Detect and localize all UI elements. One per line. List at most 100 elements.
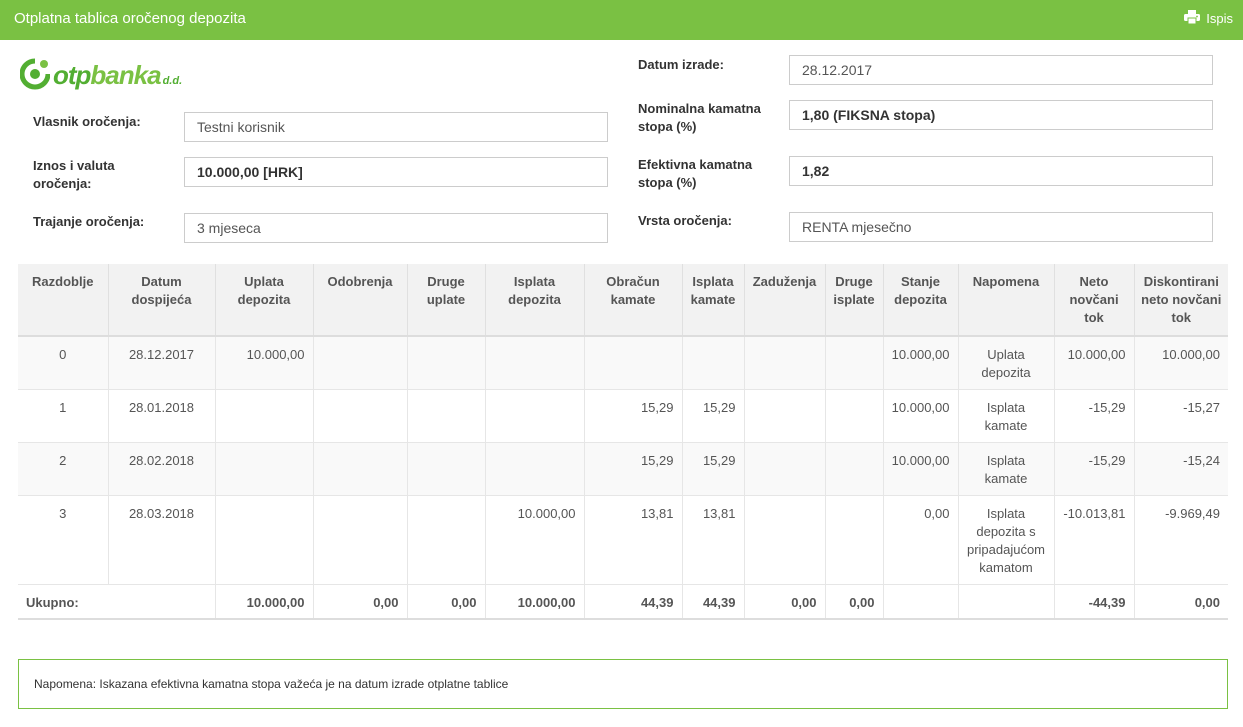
table-cell xyxy=(312,389,407,443)
logo-text-otp: otp xyxy=(53,60,91,90)
total-cell: 44,39 xyxy=(583,584,682,620)
table-cell: -15,29 xyxy=(1053,389,1134,443)
table-cell: -15,29 xyxy=(1053,442,1134,496)
owner-label: Vlasnik oročenja: xyxy=(33,114,141,129)
table-cell: 0 xyxy=(18,336,108,390)
col-header: Diskontirani neto novčani tok xyxy=(1133,264,1228,337)
table-cell xyxy=(743,495,825,585)
table-cell xyxy=(824,442,883,496)
table-cell xyxy=(214,495,313,585)
col-header: Obračun kamate xyxy=(583,264,682,337)
table-cell xyxy=(406,442,485,496)
total-cell: 44,39 xyxy=(681,584,744,620)
table-cell xyxy=(214,442,313,496)
table-cell: 10.000,00 xyxy=(1133,336,1228,390)
col-header: Druge uplate xyxy=(406,264,485,337)
col-header: Odobrenja xyxy=(312,264,407,337)
table-cell: 10.000,00 xyxy=(1053,336,1134,390)
table-cell: 10.000,00 xyxy=(882,336,958,390)
note-box: Napomena: Iskazana efektivna kamatna sto… xyxy=(18,659,1228,709)
table-cell xyxy=(406,336,485,390)
table-cell: 1 xyxy=(18,389,108,443)
total-cell: 0,00 xyxy=(1133,584,1228,620)
table-cell: 10.000,00 xyxy=(484,495,584,585)
table-cell xyxy=(583,336,682,390)
table-cell: Uplata depozita xyxy=(957,336,1054,390)
duration-label: Trajanje oročenja: xyxy=(33,214,145,229)
table-cell: 10.000,00 xyxy=(882,442,958,496)
table-cell: 2 xyxy=(18,442,108,496)
col-header: Razdoblje xyxy=(18,264,108,337)
type-label: Vrsta oročenja: xyxy=(638,213,732,228)
amount-label: Iznos i valuta oročenja: xyxy=(33,158,115,191)
table-cell xyxy=(743,442,825,496)
table-total-row: Ukupno: 10.000,00 0,00 0,00 10.000,00 44… xyxy=(18,584,1228,620)
total-cell: 10.000,00 xyxy=(484,584,584,620)
amount-field[interactable]: 10.000,00 [HRK] xyxy=(184,157,608,187)
table-cell xyxy=(824,495,883,585)
table-cell: -15,24 xyxy=(1133,442,1228,496)
col-header: Zaduženja xyxy=(743,264,825,337)
table-header-row: Razdoblje Datum dospijeća Uplata depozit… xyxy=(18,264,1228,337)
table-row: 0 28.12.2017 10.000,00 10.000,00 Uplata … xyxy=(18,336,1228,390)
table-row: 3 28.03.2018 10.000,00 13,81 13,81 0,00 … xyxy=(18,495,1228,585)
col-header: Uplata depozita xyxy=(214,264,313,337)
col-header: Stanje depozita xyxy=(882,264,958,337)
table-cell: -9.969,49 xyxy=(1133,495,1228,585)
print-label: Ispis xyxy=(1206,11,1233,26)
duration-field[interactable]: 3 mjeseca xyxy=(184,213,608,243)
owner-field[interactable]: Testni korisnik xyxy=(184,112,608,142)
col-header: Datum dospijeća xyxy=(107,264,215,337)
table-cell xyxy=(484,389,584,443)
table-cell xyxy=(406,495,485,585)
total-label: Ukupno: xyxy=(18,584,215,620)
table-cell xyxy=(214,389,313,443)
table-row: 2 28.02.2018 15,29 15,29 10.000,00 Ispla… xyxy=(18,442,1228,496)
col-header: Druge isplate xyxy=(824,264,883,337)
table-cell: Isplata kamate xyxy=(957,389,1054,443)
amortization-table: Razdoblje Datum dospijeća Uplata depozit… xyxy=(18,264,1228,620)
logo-text-dd: d.d. xyxy=(162,74,183,87)
print-button[interactable]: Ispis xyxy=(1184,10,1233,27)
logo-text-banka: banka xyxy=(90,60,161,90)
effective-rate-field[interactable]: 1,82 xyxy=(789,156,1213,186)
table-cell: 0,00 xyxy=(882,495,958,585)
table-cell: Isplata depozita s pripadajućom kamatom xyxy=(957,495,1054,585)
table-cell xyxy=(312,442,407,496)
col-header: Neto novčani tok xyxy=(1053,264,1134,337)
total-cell xyxy=(882,584,958,620)
table-cell xyxy=(484,442,584,496)
table-cell xyxy=(484,336,584,390)
table-cell xyxy=(824,336,883,390)
printer-icon xyxy=(1184,10,1201,27)
table-cell xyxy=(824,389,883,443)
title-bar: Otplatna tablica oročenog depozita Ispis xyxy=(0,0,1243,40)
total-cell: 0,00 xyxy=(312,584,407,620)
table-cell: 13,81 xyxy=(681,495,744,585)
table-cell: 28.03.2018 xyxy=(107,495,215,585)
table-cell xyxy=(743,336,825,390)
col-header: Isplata depozita xyxy=(484,264,584,337)
table-row: 1 28.01.2018 15,29 15,29 10.000,00 Ispla… xyxy=(18,389,1228,443)
otp-logo-icon xyxy=(19,58,51,93)
total-cell: 0,00 xyxy=(743,584,825,620)
total-cell: 0,00 xyxy=(824,584,883,620)
effective-rate-label: Efektivna kamatna stopa (%) xyxy=(638,157,753,190)
total-cell xyxy=(957,584,1054,620)
created-label: Datum izrade: xyxy=(638,57,724,72)
table-cell: 28.01.2018 xyxy=(107,389,215,443)
table-cell xyxy=(681,336,744,390)
table-cell: 3 xyxy=(18,495,108,585)
table-cell: -10.013,81 xyxy=(1053,495,1134,585)
table-cell xyxy=(406,389,485,443)
nominal-rate-field[interactable]: 1,80 (FIKSNA stopa) xyxy=(789,100,1213,130)
type-field[interactable]: RENTA mjesečno xyxy=(789,212,1213,242)
table-cell: 10.000,00 xyxy=(882,389,958,443)
table-cell: -15,27 xyxy=(1133,389,1228,443)
created-field[interactable]: 28.12.2017 xyxy=(789,55,1213,85)
total-cell: 0,00 xyxy=(406,584,485,620)
table-cell: 15,29 xyxy=(583,389,682,443)
table-cell: 15,29 xyxy=(583,442,682,496)
total-cell: 10.000,00 xyxy=(214,584,313,620)
table-cell xyxy=(312,495,407,585)
